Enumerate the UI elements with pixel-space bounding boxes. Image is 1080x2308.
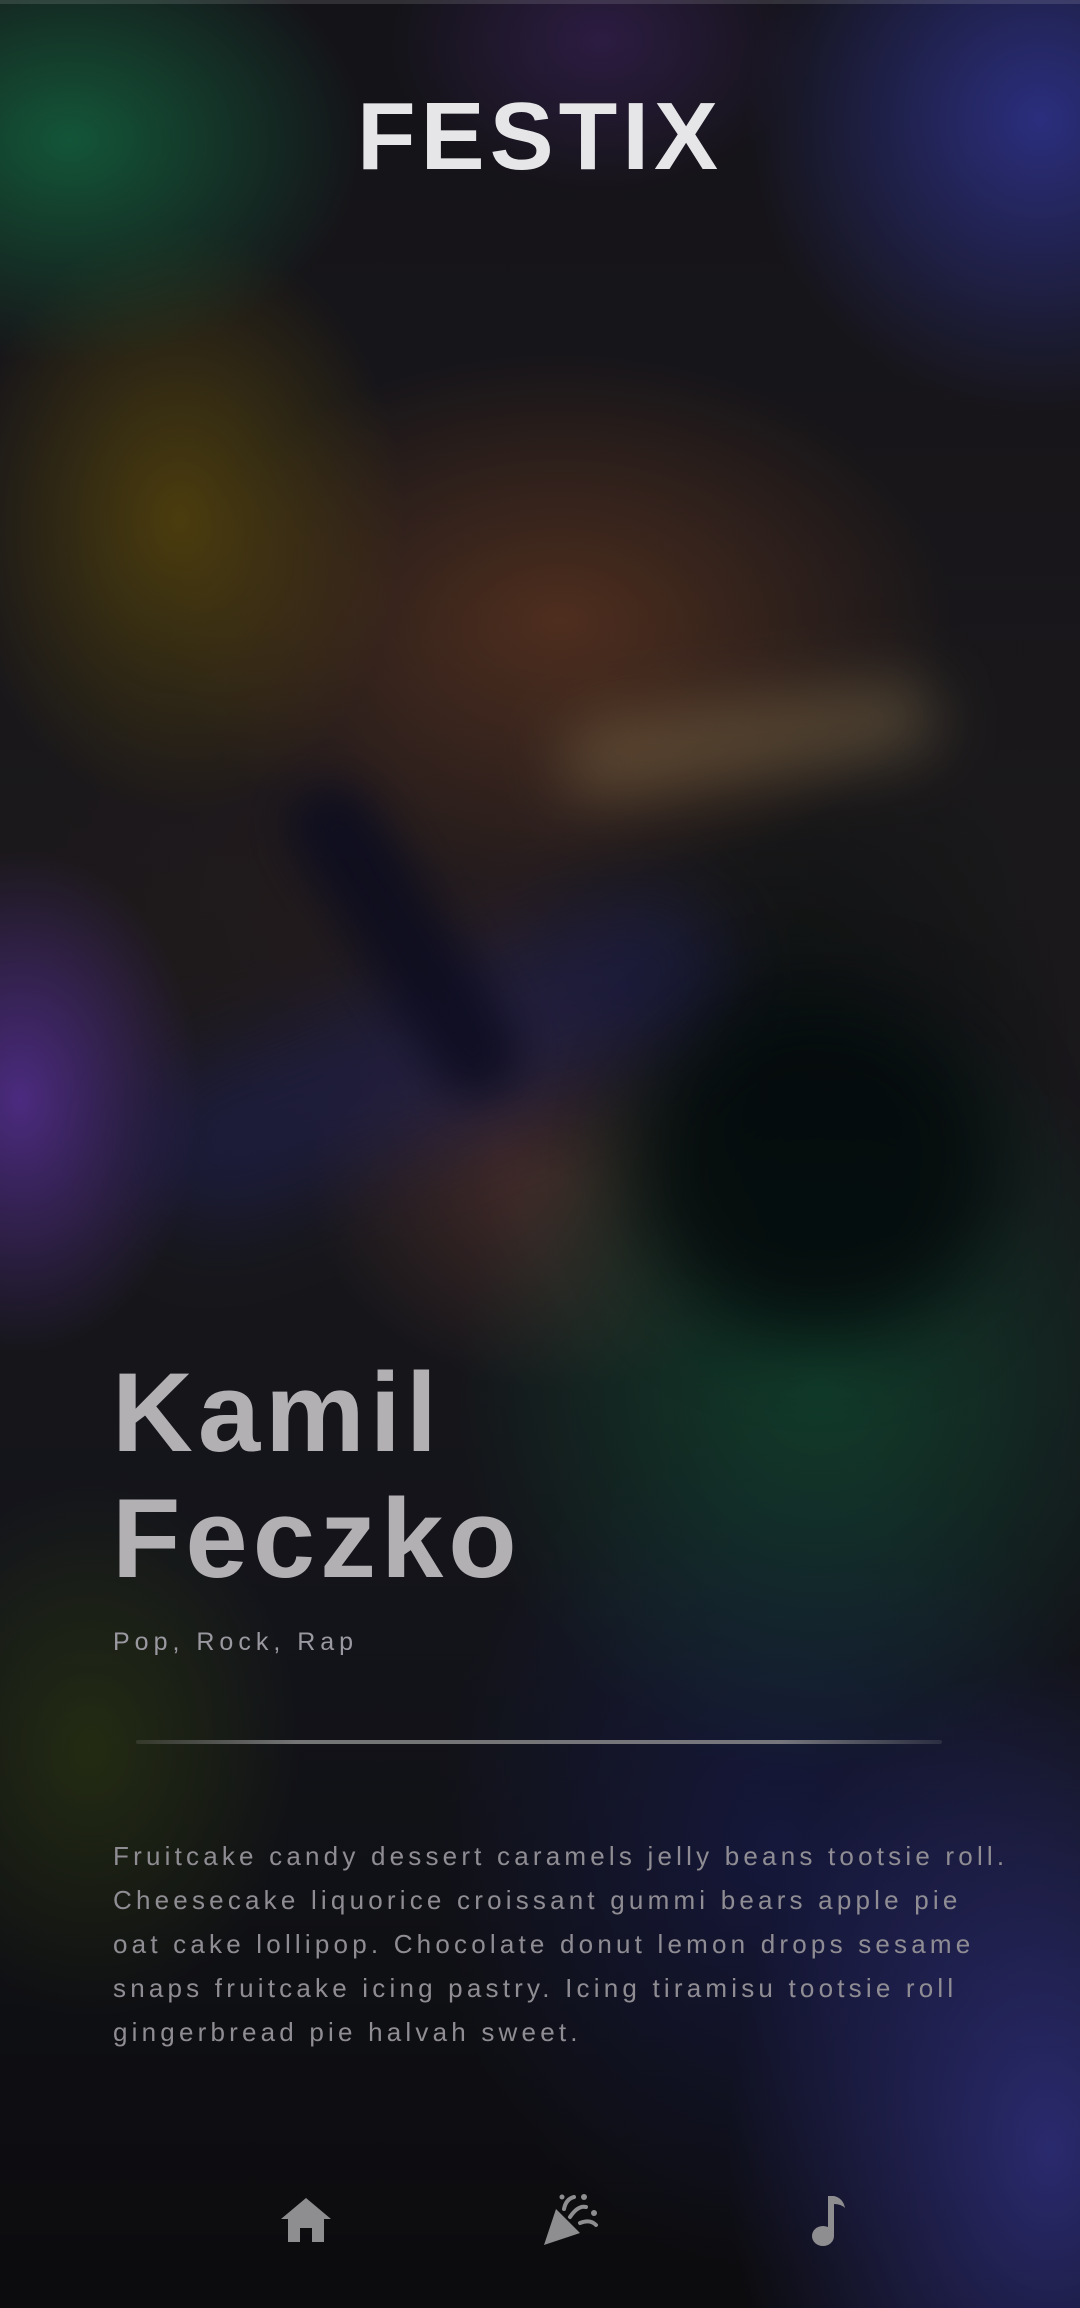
nav-events-button[interactable]: [520, 2170, 620, 2270]
artist-first-name: Kamil: [112, 1350, 442, 1475]
home-icon: [279, 2196, 333, 2244]
music-note-icon: [809, 2192, 849, 2248]
top-border: [0, 0, 1080, 4]
divider: [136, 1740, 942, 1744]
artist-last-name: Feczko: [112, 1476, 522, 1601]
nav-music-button[interactable]: [779, 2170, 879, 2270]
bottom-nav: [0, 2170, 1080, 2270]
app-logo: FESTIX: [356, 83, 724, 190]
artist-name: Kamil Feczko: [112, 1350, 972, 1602]
artist-description: Fruitcake candy dessert caramels jelly b…: [113, 1841, 1009, 2047]
nav-home-button[interactable]: [256, 2170, 356, 2270]
party-popper-icon: [540, 2191, 600, 2249]
artist-screen: FESTIX Kamil Feczko Pop, Rock, Rap Fruit…: [0, 0, 1080, 2308]
artist-genres: Pop, Rock, Rap: [113, 1628, 359, 1656]
